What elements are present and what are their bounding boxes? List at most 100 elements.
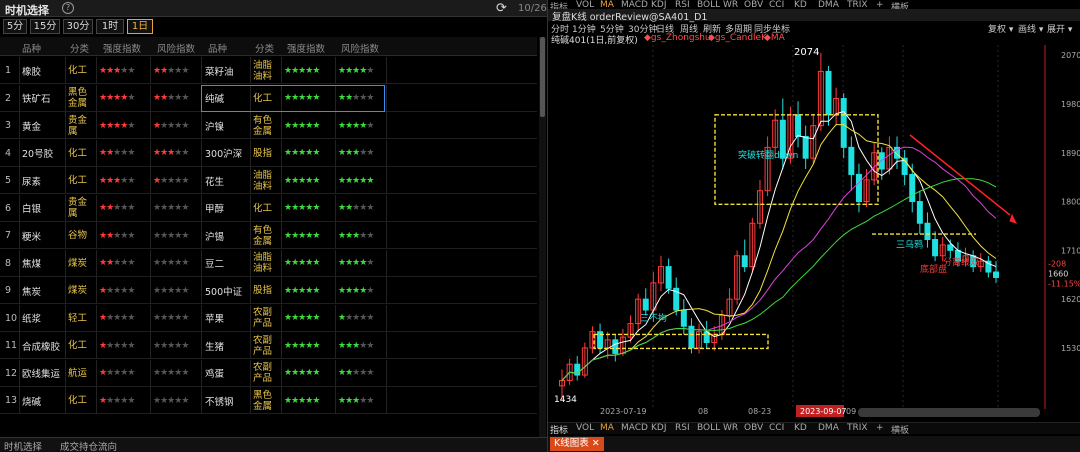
candle-body (932, 239, 939, 257)
indicator-bottom-10[interactable]: KD (794, 423, 807, 433)
strength-stars: ★ ★ ★ ★ ★ (284, 120, 320, 131)
instrument-name: 鸡蛋 (205, 369, 225, 380)
chart-legend: 纯碱401(1日,前复权) ◆gs_Zhongshu ◆gs_CandleK ◆MA (548, 33, 1080, 46)
risk-stars: ★ ★ ★ ★ ★ (153, 258, 189, 268)
instrument-name: 纸浆 (22, 314, 42, 325)
risk-stars: ★ ★ ★ ★ ★ (338, 230, 374, 241)
row-index: 8 (5, 257, 12, 269)
tab-kline-chart[interactable]: K线图表 ✕ (550, 437, 604, 451)
y-tick-label: 1530 (1061, 344, 1080, 353)
table-row[interactable]: 7 粳米 谷物 ★ ★ ★ ★ ★ ★ ★ ★ ★ ★ 沪锡 有色 金属 ★ ★ ★ ★ ★ ★ ★ ★ ★ ★ (0, 222, 537, 249)
kline-chart[interactable]: 2070 1980 1890 1800 1710 1620 1530 2074 1434 突破转翻… (548, 45, 1080, 421)
instrument-name: 焦煤 (22, 259, 42, 270)
instrument-name: 豆二 (205, 259, 225, 270)
strength-stars: ★ ★ ★ ★ ★ (284, 395, 320, 406)
category: 化工 (68, 340, 88, 351)
risk-stars: ★ ★ ★ ★ ★ (338, 395, 374, 406)
instrument-name: 不锈钢 (205, 396, 234, 408)
category: 黑色 金属 (68, 87, 88, 109)
strength-stars: ★ ★ ★ ★ ★ (99, 148, 135, 158)
tab-timing[interactable]: 时机选择 (4, 439, 42, 452)
candle-body (848, 146, 855, 175)
risk-stars: ★ ★ ★ ★ ★ (338, 203, 374, 213)
table-row[interactable]: 2 铁矿石 黑色 金属 ★ ★ ★ ★ ★ ★ ★ ★ ★ ★ 纯碱 化工 ★ ★ ★ ★ ★ ★ ★ ★ ★ ★ (0, 84, 537, 112)
instrument-name: 生猪 (205, 341, 225, 353)
indicator-bottom-11[interactable]: DMA (818, 423, 839, 433)
candle-body (741, 255, 748, 268)
period-1h-button[interactable]: 1时 (96, 19, 124, 34)
category: 油脂 油料 (253, 59, 273, 82)
indicator-bottom-13[interactable]: + (876, 423, 884, 433)
table-row[interactable]: 6 白银 贵金 属 ★ ★ ★ ★ ★ ★ ★ ★ ★ ★ 甲醇 化工 ★ ★ ★ ★ ★ ★ ★ ★ ★ ★ (0, 194, 537, 222)
candle-body (612, 339, 619, 354)
instrument-name: 500中证 (205, 286, 243, 298)
strength-stars: ★ ★ ★ ★ ★ (99, 258, 135, 268)
row-index: 4 (5, 147, 12, 159)
indicator-bottom-4[interactable]: KDJ (651, 423, 667, 433)
indicator-bottom-14[interactable]: 横板 (891, 423, 909, 436)
x-axis-label: 09 (846, 407, 856, 416)
risk-stars: ★ ★ ★ ★ ★ (153, 230, 189, 241)
indicator-bottom-9[interactable]: CCI (769, 423, 784, 433)
strength-stars: ★ ★ ★ ★ ★ (284, 258, 320, 268)
indicator-bottom-6[interactable]: BOLL (697, 423, 720, 433)
indicator-bottom-2[interactable]: MA (600, 423, 614, 433)
strength-stars: ★ ★ ★ ★ ★ (99, 230, 135, 241)
tab-position-flow[interactable]: 成交持仓流向 (60, 439, 117, 452)
risk-stars: ★ ★ ★ ★ ★ (153, 203, 189, 213)
price-tag-label: -208 (1048, 259, 1066, 268)
risk-stars: ★ ★ ★ ★ ★ (153, 340, 189, 351)
table-row[interactable]: 4 20号胶 化工 ★ ★ ★ ★ ★ ★ ★ ★ ★ ★ 300沪深 股指 ★ ★ ★ ★ ★ ★ ★ ★ ★ ★ (0, 139, 537, 167)
table-row[interactable]: 13 烧碱 化工 ★ ★ ★ ★ ★ ★ ★ ★ ★ ★ 不锈钢 黑色 金属 ★ ★ ★ ★ ★ ★ ★ ★ ★ ★ (0, 387, 537, 414)
refresh-icon[interactable]: ⟳ (496, 1, 507, 16)
category: 化工 (68, 175, 88, 186)
scrollbar-thumb[interactable] (540, 37, 545, 117)
strength-stars: ★ ★ ★ ★ ★ (99, 340, 135, 351)
strength-stars: ★ ★ ★ ★ ★ (99, 395, 135, 406)
category: 股指 (253, 147, 273, 159)
table-row[interactable]: 8 焦煤 煤炭 ★ ★ ★ ★ ★ ★ ★ ★ ★ ★ 豆二 油脂 油料 ★ ★ ★ ★ ★ ★ ★ ★ ★ ★ (0, 249, 537, 277)
period-15m-button[interactable]: 15分 (30, 19, 60, 34)
table-row[interactable]: 3 黄金 贵金 属 ★ ★ ★ ★ ★ ★ ★ ★ ★ ★ 沪镍 有色 金属 ★ ★ ★ ★ ★ ★ ★ ★ ★ ★ (0, 112, 537, 139)
table-row[interactable]: 5 尿素 化工 ★ ★ ★ ★ ★ ★ ★ ★ ★ ★ 花生 油脂 油料 ★ ★ ★ ★ ★ ★ ★ ★ ★ ★ (0, 167, 537, 194)
row-index: 2 (5, 92, 12, 104)
chart-title-bar: 复盘K线 orderReview@SA401_D1 (548, 9, 1080, 23)
risk-stars: ★ ★ ★ ★ ★ (153, 313, 189, 323)
indicator-bottom-1[interactable]: VOL (576, 423, 594, 433)
chart-scrollbar (858, 408, 1040, 417)
indicator-bottom-5[interactable]: RSI (675, 423, 690, 433)
strength-stars: ★ ★ ★ ★ ★ (284, 175, 320, 186)
indicator-bottom-12[interactable]: TRIX (847, 423, 868, 433)
row-index: 13 (5, 395, 18, 406)
risk-stars: ★ ★ ★ ★ ★ (153, 65, 189, 76)
instrument-name: 焦炭 (22, 286, 42, 298)
period-1d-button[interactable]: 1日 (127, 19, 153, 34)
indicator-bottom-8[interactable]: OBV (744, 423, 763, 433)
period-5m-button[interactable]: 5分 (3, 19, 27, 34)
strength-stars: ★ ★ ★ ★ ★ (284, 230, 320, 241)
indicator-bottom-7[interactable]: WR (723, 423, 738, 433)
risk-stars: ★ ★ ★ ★ ★ (338, 65, 374, 76)
table-row[interactable]: 12 欧线集运 航运 ★ ★ ★ ★ ★ ★ ★ ★ ★ ★ 鸡蛋 农副 产品 ★ ★ ★ ★ ★ ★ ★ ★ ★ ★ (0, 359, 537, 387)
help-icon[interactable]: ? (62, 2, 74, 14)
table-scrollbar[interactable] (539, 37, 546, 437)
indicator-bottom-0[interactable]: 指标 (550, 423, 568, 436)
instrument-name: 沪镍 (205, 121, 225, 133)
category: 有色 金属 (253, 224, 273, 247)
instrument-name: 烧碱 (22, 396, 42, 408)
table-row[interactable]: 10 纸浆 轻工 ★ ★ ★ ★ ★ ★ ★ ★ ★ ★ 苹果 农副 产品 ★ ★ ★ ★ ★ ★ ★ ★ ★ ★ (0, 304, 537, 332)
table-row[interactable]: 11 合成橡胶 化工 ★ ★ ★ ★ ★ ★ ★ ★ ★ ★ 生猪 农副 产品 ★ ★ ★ ★ ★ ★ ★ ★ ★ ★ (0, 332, 537, 359)
indicator-bottom-3[interactable]: MACD (621, 423, 648, 433)
period-30m-button[interactable]: 30分 (63, 19, 93, 34)
risk-stars: ★ ★ ★ ★ ★ (153, 395, 189, 406)
table-row[interactable]: 9 焦炭 煤炭 ★ ★ ★ ★ ★ ★ ★ ★ ★ ★ 500中证 股指 ★ ★ ★ ★ ★ ★ ★ ★ ★ ★ (0, 277, 537, 304)
instrument-name: 尿素 (22, 176, 42, 188)
category: 煤炭 (68, 285, 88, 296)
strength-stars: ★ ★ ★ ★ ★ (99, 313, 135, 323)
indicator-bar-bottom: 指标 VOL MA MACD KDJ RSI BOLL WR OBV CCI KD DMA TRIX + 横… (548, 422, 1080, 436)
row-index: 10 (5, 312, 18, 324)
table-row[interactable]: 1 橡胶 化工 ★ ★ ★ ★ ★ ★ ★ ★ ★ ★ 菜籽油 油脂 油料 ★ ★ ★ ★ ★ ★ ★ ★ ★ ★ (0, 57, 537, 84)
instrument-name: 苹果 (205, 314, 225, 325)
instrument-name: 20号胶 (22, 149, 54, 160)
chart-annotation: 三乌鸦 (896, 239, 923, 251)
